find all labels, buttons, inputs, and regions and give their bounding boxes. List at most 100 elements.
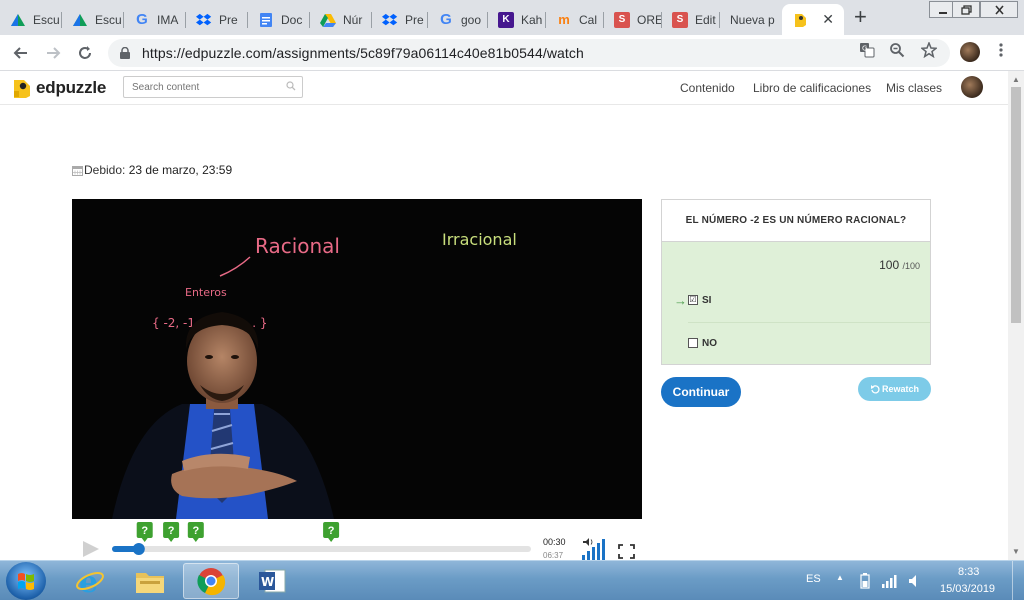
dropbox-icon (382, 12, 398, 28)
signal-bars-icon[interactable] (882, 574, 898, 588)
s-icon: S (614, 11, 630, 28)
show-desktop-button[interactable] (1012, 561, 1024, 601)
rewatch-button[interactable]: Rewatch (858, 377, 931, 401)
new-tab-button[interactable]: + (854, 6, 867, 28)
question-marker[interactable]: ? (187, 522, 204, 542)
fullscreen-icon[interactable] (618, 544, 635, 559)
menu-dots-icon[interactable] (992, 41, 1010, 59)
browser-tab[interactable]: m Cal (546, 4, 604, 35)
edpuzzle-logo-icon (12, 77, 32, 99)
close-tab-icon[interactable]: ✕ (822, 12, 834, 26)
taskbar-explorer[interactable] (122, 563, 178, 599)
page-scrollbar[interactable]: ▲ ▼ (1008, 71, 1024, 560)
board-text-irracional: Irracional (442, 230, 517, 249)
arrow-left-icon (13, 47, 27, 59)
profile-avatar[interactable] (960, 42, 980, 62)
classroom-icon (10, 12, 26, 28)
browser-tab[interactable]: Escu (0, 4, 62, 35)
user-avatar[interactable] (961, 76, 983, 98)
question-marker-label: ? (328, 525, 335, 537)
question-marker[interactable]: ? (163, 522, 180, 542)
continue-button[interactable]: Continuar (661, 377, 741, 407)
option-no[interactable]: NO (662, 323, 930, 363)
score: 100 /100 (879, 258, 920, 272)
search-input[interactable] (132, 81, 282, 93)
due-label: Debido: (84, 163, 126, 177)
back-button[interactable] (10, 42, 32, 64)
video-player[interactable]: Racional Irracional Enteros { -2, -1, 0,… (72, 199, 642, 519)
checkbox-checked-icon[interactable]: ☑ (688, 295, 698, 305)
checkbox-icon[interactable] (688, 338, 698, 348)
taskbar-word[interactable]: W (244, 563, 300, 599)
chrome-icon (197, 568, 226, 596)
progress-track[interactable] (112, 546, 531, 552)
start-button[interactable] (6, 562, 46, 600)
nav-contenido[interactable]: Contenido (680, 81, 735, 95)
play-icon[interactable] (83, 541, 99, 557)
word-icon: W (259, 569, 286, 593)
nav-libro-de-calificaciones[interactable]: Libro de calificaciones (753, 81, 871, 95)
moodle-icon: m (558, 12, 570, 27)
question-marker-label: ? (193, 525, 200, 537)
taskbar-chrome[interactable] (183, 563, 239, 599)
browser-tab[interactable]: K Kah (488, 4, 546, 35)
speaker-icon[interactable] (908, 573, 922, 589)
clock-time[interactable]: 8:33 (958, 566, 979, 578)
edpuzzle-logo[interactable]: edpuzzle (12, 77, 106, 99)
tray-expand-icon[interactable]: ▲ (836, 573, 844, 582)
question-title: EL NÚMERO -2 ES UN NÚMERO RACIONAL? (662, 200, 930, 242)
time-total: 06:37 (543, 551, 564, 560)
arrow-right-icon (47, 47, 61, 59)
browser-tab[interactable]: G goo (428, 4, 488, 35)
browser-tab[interactable]: S Edit (662, 4, 720, 35)
due-date: Debido: 23 de marzo, 23:59 (72, 163, 232, 177)
browser-tab[interactable]: Doc (248, 4, 310, 35)
reload-button[interactable] (74, 42, 96, 64)
browser-tab[interactable]: Núr (310, 4, 372, 35)
internet-explorer-icon: e (76, 566, 104, 596)
question-marker[interactable]: ? (136, 522, 153, 542)
browser-tab[interactable]: Pre (372, 4, 428, 35)
forward-button[interactable] (42, 42, 64, 64)
calendar-icon (72, 165, 83, 176)
edpuzzle-icon (792, 12, 808, 28)
bookmark-star-icon[interactable] (920, 41, 938, 59)
volume-icon[interactable] (583, 538, 593, 546)
close-window-button[interactable] (980, 1, 1018, 18)
search-icon[interactable] (286, 81, 296, 91)
scroll-up-icon[interactable]: ▲ (1012, 75, 1020, 84)
browser-toolbar: https://edpuzzle.com/assignments/5c89f79… (0, 35, 1024, 71)
browser-tab[interactable]: Escu (62, 4, 124, 35)
restore-window-button[interactable] (952, 1, 980, 18)
scrollbar-thumb[interactable] (1011, 87, 1021, 323)
s-icon: S (672, 11, 688, 28)
search-box[interactable] (123, 76, 303, 98)
question-marker[interactable]: ? (323, 522, 340, 542)
clock-date[interactable]: 15/03/2019 (940, 583, 995, 595)
browser-tab-active[interactable]: ✕ (782, 4, 844, 35)
browser-tab[interactable]: S ORE (604, 4, 662, 35)
board-text-enteros: Enteros (185, 286, 227, 299)
option-si[interactable]: → ☑ SI (662, 280, 930, 320)
nav-mis-clases[interactable]: Mis clases (886, 81, 942, 95)
taskbar-ie[interactable]: e (62, 563, 118, 599)
language-indicator[interactable]: ES (806, 573, 821, 585)
windows-logo-icon (18, 573, 34, 590)
time-current: 00:30 (543, 537, 566, 547)
browser-tab[interactable]: Nueva p (720, 4, 782, 35)
browser-tab[interactable]: Pre (186, 4, 248, 35)
scroll-down-icon[interactable]: ▼ (1012, 547, 1020, 556)
address-bar[interactable]: https://edpuzzle.com/assignments/5c89f79… (108, 39, 950, 67)
lock-icon (120, 46, 130, 59)
battery-icon[interactable] (860, 573, 870, 589)
translate-icon[interactable]: G (858, 41, 876, 59)
option-label: SI (702, 294, 712, 306)
option-label: NO (702, 337, 717, 349)
browser-tab[interactable]: G IMA (124, 4, 186, 35)
svg-text:G: G (862, 45, 867, 53)
zoom-icon[interactable] (888, 41, 906, 59)
progress-knob[interactable] (132, 543, 145, 555)
svg-text:W: W (261, 575, 274, 589)
svg-text:e: e (79, 566, 98, 596)
question-answer-panel: 100 /100 → ☑ SI NO (662, 242, 930, 364)
